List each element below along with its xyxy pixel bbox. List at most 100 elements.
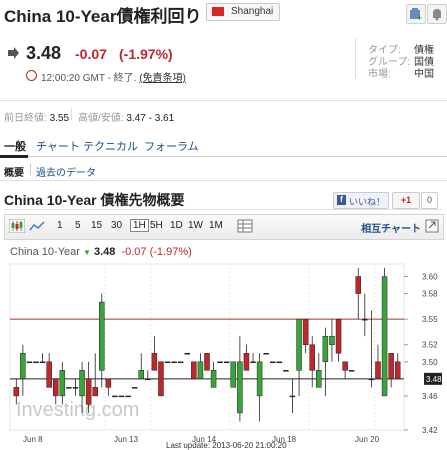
candle-body [335, 318, 342, 354]
section-title: China 10-Year 債権先物概要 [4, 192, 185, 208]
clock-icon [26, 70, 37, 81]
period-5h[interactable]: 5H [150, 220, 163, 231]
tab-chart[interactable]: チャート [36, 138, 80, 154]
portfolio-add-icon: + [410, 8, 422, 23]
candle-body [131, 387, 138, 389]
period-1h[interactable]: 1H [130, 219, 149, 232]
facebook-icon: f [337, 195, 346, 205]
candle-body [59, 370, 66, 397]
y-tick-label: 3.55 [422, 315, 438, 324]
x-tick-label: Jun 13 [114, 435, 139, 444]
day-range: 高値/安値: 3.47 - 3.61 [78, 109, 174, 124]
subtab-overview[interactable]: 概要 [4, 164, 24, 179]
line-chart-icon[interactable] [29, 219, 45, 233]
google-plus-button[interactable]: +1 [392, 192, 420, 209]
disclaimer-link[interactable]: (免責条項) [139, 73, 186, 84]
chart-toolbar: 1 5 15 30 1H 5H 1D 1W 1M 相互チャート [4, 214, 444, 240]
period-1m[interactable]: 1M [209, 220, 223, 231]
facebook-like-button[interactable]: f いいね！ [333, 192, 389, 209]
candle-body [177, 361, 184, 364]
expand-icon[interactable] [425, 219, 441, 233]
candlestick-chart-icon[interactable] [9, 219, 25, 233]
period-15[interactable]: 15 [91, 220, 102, 231]
location-label: Shanghai [231, 6, 274, 17]
divider [30, 164, 31, 175]
period-1[interactable]: 1 [57, 220, 63, 231]
y-tick-label: 3.42 [422, 426, 438, 435]
candle-body [381, 276, 388, 397]
tab-technical[interactable]: テクニカル [83, 138, 138, 154]
divider [4, 209, 442, 210]
table-icon[interactable] [237, 219, 253, 233]
y-tick-label: 3.48 [426, 375, 442, 384]
chart-legend: China 10-Year ▼ 3.48 -0.07 (-1.97%) [10, 246, 192, 258]
candle-body [250, 361, 256, 364]
china-flag-icon [212, 7, 224, 16]
day-range-value: 3.47 - 3.61 [126, 113, 175, 124]
candle-body [105, 378, 112, 388]
period-1w[interactable]: 1W [188, 220, 203, 231]
candle-body [270, 361, 276, 364]
period-5[interactable]: 5 [75, 220, 81, 231]
y-tick-label: 3.50 [422, 358, 438, 367]
facebook-like-label: いいね！ [349, 197, 386, 207]
candle-body [237, 361, 243, 414]
legend-marker-icon: ▼ [82, 248, 91, 257]
y-tick-label: 3.52 [422, 341, 438, 350]
quote-time-text: 12:00:20 GMT - 終了. [41, 73, 137, 84]
candle-body [39, 361, 46, 364]
y-tick-label: 3.60 [422, 273, 438, 282]
candle-body [329, 335, 335, 345]
subtab-historical-data[interactable]: 過去のデータ [36, 164, 96, 179]
period-1d[interactable]: 1D [170, 220, 183, 231]
google-plus-count: 0 [421, 192, 438, 209]
divider [0, 180, 447, 181]
candle-body [158, 361, 164, 397]
location-badge: Shanghai [206, 3, 280, 21]
candle-body [230, 361, 237, 388]
alert-icon [433, 9, 441, 21]
period-30[interactable]: 30 [111, 220, 122, 231]
candlestick-chart[interactable]: Investing.com 3.60 3.58 3.55 3.52 3.50 3.48 3.4… [4, 240, 442, 450]
price-change: -0.07 [75, 46, 107, 62]
candle-body [20, 353, 26, 380]
meta-value: 中国 [414, 69, 434, 80]
google-plus-label: +1 [400, 195, 412, 205]
candle-body [46, 361, 52, 388]
candle-body [362, 318, 368, 321]
candle-body [145, 378, 151, 381]
tab-general[interactable]: 一般 [4, 138, 26, 154]
candle-body [394, 361, 401, 380]
last-update: Last update: 2013-06-20 21:00:20 [166, 441, 287, 450]
x-tick-label: Jun 20 [355, 435, 380, 444]
alert-button[interactable] [427, 4, 447, 24]
candle-body [316, 370, 322, 388]
tab-forum[interactable]: フォーラム [144, 138, 199, 154]
candle-body [388, 353, 394, 380]
candle-body [13, 387, 20, 397]
watermark-logo: Investing.com [16, 399, 139, 421]
page-title: China 10-Year債権利回り [4, 7, 202, 26]
quote-time: 12:00:20 GMT - 終了. (免責条項) [41, 69, 186, 84]
candle-body [151, 353, 158, 371]
prev-close: 前日終値: 3.55 [4, 109, 69, 124]
interactive-chart-link[interactable]: 相互チャート [361, 220, 421, 235]
candle-body [276, 361, 283, 364]
candle-body [309, 344, 315, 371]
candle-body [191, 361, 197, 380]
tab-underline [0, 156, 447, 157]
meta-market: 市場: [368, 65, 391, 80]
candle-body [92, 387, 98, 397]
candle-body [26, 361, 33, 364]
add-portfolio-button[interactable]: + [406, 4, 426, 24]
x-tick-label: Jun 8 [23, 435, 43, 444]
candle-body [302, 318, 309, 345]
candle-body [263, 353, 269, 355]
svg-text:+: + [417, 13, 422, 23]
candle-body [217, 361, 223, 364]
candle-body [85, 378, 92, 405]
candle-body [79, 370, 85, 397]
candle-body [210, 370, 217, 388]
candle-body [125, 395, 131, 398]
last-price: 3.48 [26, 43, 62, 63]
